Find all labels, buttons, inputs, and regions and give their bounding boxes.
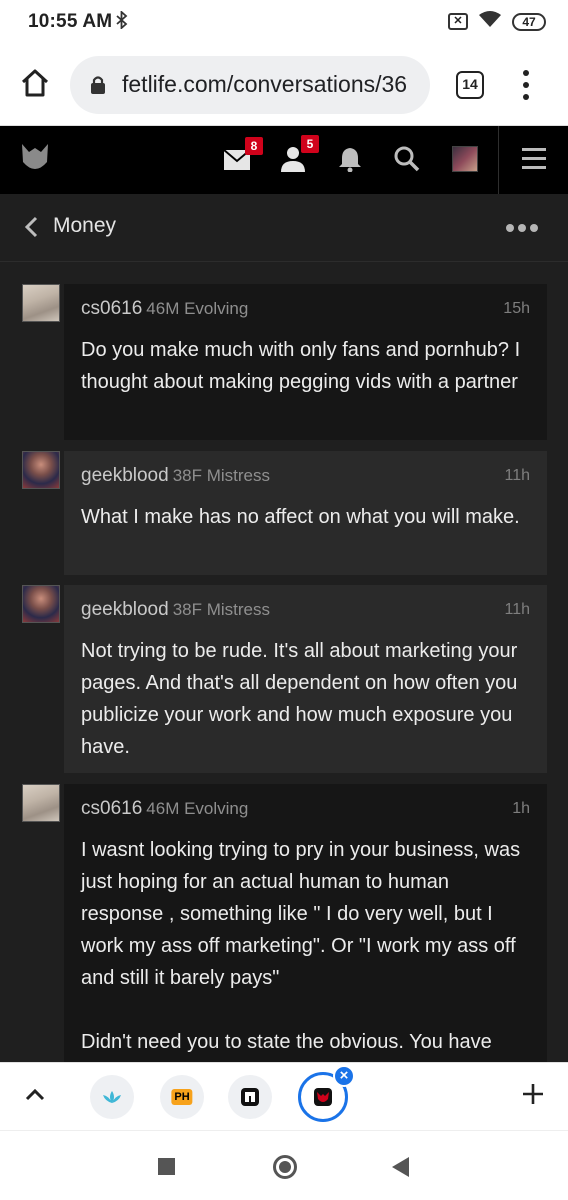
- message-bubble: cs0616 46M Evolving 1h I wasnt looking tr…: [64, 784, 547, 1062]
- message-user-info: 38F Mistress: [172, 600, 270, 619]
- message-timestamp: 1h: [512, 800, 530, 817]
- url-text: fetlife.com/conversations/36: [122, 71, 408, 97]
- browser-toolbar: fetlife.com/conversations/36 14: [0, 44, 568, 126]
- profile-avatar[interactable]: [452, 146, 478, 172]
- inbox-button[interactable]: 8: [223, 137, 263, 175]
- message-user-info: 38F Mistress: [172, 466, 270, 485]
- tab-strip: PH ×: [0, 1062, 568, 1130]
- message-text: What I make has no affect on what you wi…: [81, 506, 520, 528]
- message-meta: cs0616 46M Evolving 1h: [81, 798, 530, 824]
- wifi-icon: [478, 10, 502, 33]
- message-user-info: 46M Evolving: [146, 799, 249, 818]
- home-system-button[interactable]: [273, 1155, 297, 1179]
- nav-divider: [498, 126, 499, 194]
- message-username[interactable]: geekblood: [81, 465, 169, 486]
- avatar[interactable]: [22, 451, 60, 489]
- status-bar: 10:55 AM ✕ 47: [0, 0, 568, 44]
- lotus-icon: [103, 1091, 121, 1103]
- message-timestamp: 11h: [504, 467, 530, 484]
- status-icons: ✕ 47: [448, 10, 546, 33]
- tab-thumbnail[interactable]: [90, 1075, 134, 1119]
- tab-switcher-button[interactable]: 14: [456, 71, 484, 99]
- recents-button[interactable]: [158, 1158, 175, 1175]
- message-timestamp: 15h: [503, 300, 530, 317]
- message-meta: geekblood 38F Mistress 11h: [81, 465, 530, 491]
- fetlife-tab-icon: [314, 1088, 332, 1106]
- lock-icon: [91, 76, 105, 94]
- site-nav: 8 5: [0, 126, 568, 194]
- app-icon: [241, 1088, 259, 1106]
- back-chevron-icon[interactable]: [24, 216, 38, 238]
- friends-button[interactable]: 5: [281, 135, 319, 177]
- back-button[interactable]: [392, 1157, 409, 1177]
- notifications-button[interactable]: [338, 146, 362, 177]
- message-username[interactable]: geekblood: [81, 599, 169, 620]
- conversation-header: Money: [0, 194, 568, 262]
- message-username[interactable]: cs0616: [81, 798, 142, 819]
- bell-icon: [339, 148, 361, 173]
- plus-icon: [523, 1084, 543, 1104]
- message-bubble: geekblood 38F Mistress 11h What I make ha…: [64, 451, 547, 575]
- inbox-badge: 8: [245, 137, 263, 155]
- tab-thumbnail[interactable]: [228, 1075, 272, 1119]
- no-sim-icon: ✕: [448, 13, 468, 30]
- battery-indicator: 47: [512, 12, 546, 31]
- conversation-options-button[interactable]: [506, 224, 538, 232]
- message-text: Do you make much with only fans and porn…: [81, 339, 526, 393]
- search-icon: [394, 146, 420, 172]
- avatar[interactable]: [22, 585, 60, 623]
- friends-badge: 5: [301, 135, 319, 153]
- conversation-title[interactable]: Money: [53, 214, 116, 238]
- message-bubble: geekblood 38F Mistress 11h Not trying to …: [64, 585, 547, 773]
- close-tab-icon[interactable]: ×: [333, 1065, 355, 1087]
- message-meta: cs0616 46M Evolving 15h: [81, 298, 530, 324]
- message-text: Not trying to be rude. It's all about ma…: [81, 640, 523, 758]
- chevron-up-icon: [25, 1088, 45, 1101]
- avatar[interactable]: [22, 284, 60, 322]
- message-meta: geekblood 38F Mistress 11h: [81, 599, 530, 625]
- expand-tabs-button[interactable]: [24, 1087, 46, 1101]
- avatar[interactable]: [22, 784, 60, 822]
- browser-menu-button[interactable]: [516, 68, 536, 102]
- tab-site-label: PH: [171, 1089, 193, 1105]
- tab-thumbnail[interactable]: PH: [160, 1075, 204, 1119]
- status-time: 10:55 AM: [28, 11, 113, 32]
- system-navigation-bar: [0, 1130, 568, 1200]
- message-user-info: 46M Evolving: [146, 299, 249, 318]
- message-text: I wasnt looking trying to pry in your bu…: [81, 839, 521, 1053]
- bluetooth-icon: [116, 9, 128, 34]
- address-bar[interactable]: fetlife.com/conversations/36: [70, 56, 430, 114]
- home-button[interactable]: [18, 66, 52, 100]
- home-icon: [21, 69, 49, 97]
- new-tab-button[interactable]: [520, 1081, 546, 1107]
- message-timestamp: 11h: [504, 601, 530, 618]
- fetlife-logo[interactable]: [20, 142, 50, 176]
- message-bubble: cs0616 46M Evolving 15h Do you make much …: [64, 284, 547, 440]
- main-menu-button[interactable]: [522, 148, 546, 170]
- tab-thumbnail-active[interactable]: ×: [298, 1065, 355, 1122]
- search-button[interactable]: [394, 146, 420, 177]
- message-username[interactable]: cs0616: [81, 298, 142, 319]
